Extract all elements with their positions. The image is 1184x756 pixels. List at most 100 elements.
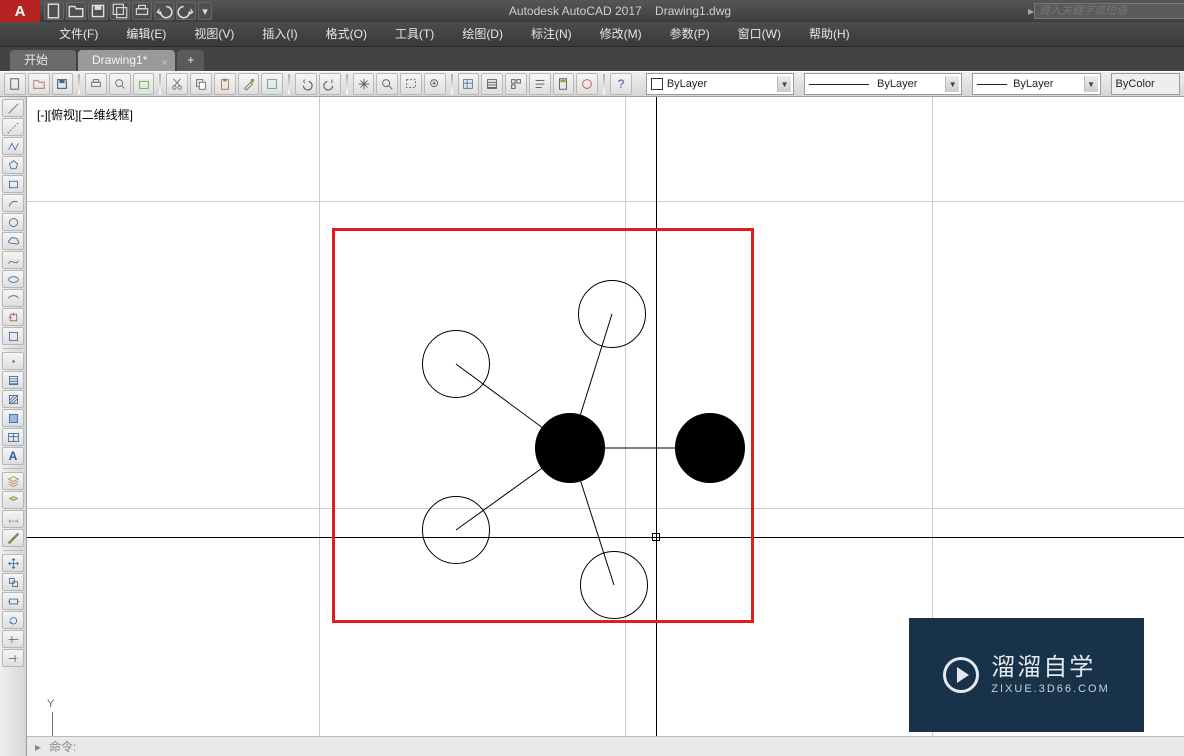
point-tool[interactable] <box>2 352 24 370</box>
polygon-tool[interactable] <box>2 156 24 174</box>
menu-draw[interactable]: 绘图(D) <box>448 22 517 47</box>
hatch-tool[interactable] <box>2 371 24 389</box>
tb-match-icon[interactable] <box>238 73 260 95</box>
rotate-tool[interactable] <box>2 611 24 629</box>
menu-tools[interactable]: 工具(T) <box>381 22 448 47</box>
qat-new-icon[interactable] <box>44 2 64 20</box>
qat-save-icon[interactable] <box>88 2 108 20</box>
layeriso-tool[interactable] <box>2 491 24 509</box>
tb-publish-icon[interactable] <box>133 73 155 95</box>
tb-dc-icon[interactable] <box>529 73 551 95</box>
lineweight-select[interactable]: ByLayer ▼ <box>972 73 1101 95</box>
layer-color-select[interactable]: ByLayer ▼ <box>646 73 794 95</box>
tb-sheet-icon[interactable] <box>481 73 503 95</box>
draw-toolbar: A <box>0 97 27 756</box>
rectangle-tool[interactable] <box>2 175 24 193</box>
stretch-tool[interactable] <box>2 592 24 610</box>
menu-edit[interactable]: 编辑(E) <box>112 22 180 47</box>
command-line[interactable]: ▸ 命令: <box>27 736 1184 756</box>
tb-zoomwin-icon[interactable] <box>400 73 422 95</box>
window-title: Autodesk AutoCAD 2017 Drawing1.dwg <box>212 4 1028 18</box>
tb-copy-icon[interactable] <box>190 73 212 95</box>
tb-save-icon[interactable] <box>52 73 74 95</box>
cmd-chevron-icon[interactable]: ▸ <box>27 740 49 754</box>
move-tool[interactable] <box>2 554 24 572</box>
tb-pan-icon[interactable] <box>353 73 375 95</box>
pline-tool[interactable] <box>2 137 24 155</box>
tb-new-icon[interactable] <box>4 73 26 95</box>
region-tool[interactable] <box>2 409 24 427</box>
qat-redo-icon[interactable] <box>176 2 196 20</box>
menu-help[interactable]: 帮助(H) <box>795 22 864 47</box>
tb-redo-icon[interactable] <box>319 73 341 95</box>
menu-param[interactable]: 参数(P) <box>656 22 724 47</box>
tab-start[interactable]: 开始 <box>10 50 76 71</box>
gradient-tool[interactable] <box>2 390 24 408</box>
qat-dropdown-icon[interactable]: ▾ <box>198 2 212 20</box>
extend-tool[interactable] <box>2 649 24 667</box>
drawing-canvas[interactable]: [-][俯视][二维线框] .dline{display:none} <box>27 97 1184 756</box>
title-search: ▸ <box>1028 2 1178 20</box>
dim-tool[interactable] <box>2 510 24 528</box>
tb-block-icon[interactable] <box>261 73 283 95</box>
ellipsearc-tool[interactable] <box>2 289 24 307</box>
block-tool[interactable] <box>2 327 24 345</box>
qat-undo-icon[interactable] <box>154 2 174 20</box>
copy-tool[interactable] <box>2 573 24 591</box>
tb-zoom-icon[interactable] <box>376 73 398 95</box>
menu-view[interactable]: 视图(V) <box>180 22 248 47</box>
layer-color-label: ByLayer <box>667 78 707 90</box>
menu-modify[interactable]: 修改(M) <box>586 22 656 47</box>
app-logo[interactable]: A <box>0 0 40 22</box>
separator <box>346 74 348 94</box>
qat-print-icon[interactable] <box>132 2 152 20</box>
menu-file[interactable]: 文件(F) <box>45 22 112 47</box>
tb-preview-icon[interactable] <box>109 73 131 95</box>
tab-close-icon[interactable]: × <box>162 53 168 74</box>
tb-paste-icon[interactable] <box>214 73 236 95</box>
drawing-circle <box>580 551 648 619</box>
tb-help-icon[interactable]: ? <box>610 73 632 95</box>
plotstyle-select[interactable]: ByColor <box>1111 73 1180 95</box>
tb-cut-icon[interactable] <box>166 73 188 95</box>
ellipse-tool[interactable] <box>2 270 24 288</box>
layer-tool[interactable] <box>2 472 24 490</box>
trim-tool[interactable] <box>2 630 24 648</box>
tb-mark-icon[interactable] <box>576 73 598 95</box>
menu-dimension[interactable]: 标注(N) <box>517 22 586 47</box>
tb-tool-icon[interactable] <box>505 73 527 95</box>
tb-undo-icon[interactable] <box>295 73 317 95</box>
insert-tool[interactable] <box>2 308 24 326</box>
qat-saveas-icon[interactable] <box>110 2 130 20</box>
tab-new[interactable]: + <box>177 50 204 71</box>
cmd-prompt: 命令: <box>49 738 76 755</box>
menu-format[interactable]: 格式(O) <box>312 22 381 47</box>
tab-drawing[interactable]: Drawing1*× <box>78 50 175 71</box>
xline-tool[interactable] <box>2 118 24 136</box>
tb-open-icon[interactable] <box>28 73 50 95</box>
measure-tool[interactable] <box>2 529 24 547</box>
quick-access-toolbar: ▾ <box>44 2 212 20</box>
separator <box>451 74 453 94</box>
table-tool[interactable] <box>2 428 24 446</box>
arc-tool[interactable] <box>2 194 24 212</box>
tb-print-icon[interactable] <box>85 73 107 95</box>
search-input[interactable] <box>1034 3 1184 19</box>
line-tool[interactable] <box>2 99 24 117</box>
circle-tool[interactable] <box>2 213 24 231</box>
menu-window[interactable]: 窗口(W) <box>724 22 795 47</box>
menu-insert[interactable]: 插入(I) <box>248 22 311 47</box>
mtext-tool[interactable]: A <box>2 447 24 465</box>
viewport-label[interactable]: [-][俯视][二维线框] <box>35 105 135 124</box>
lineweight-label: ByLayer <box>1013 78 1053 90</box>
qat-open-icon[interactable] <box>66 2 86 20</box>
linetype-select[interactable]: ByLayer ▼ <box>804 73 962 95</box>
tb-prop-icon[interactable] <box>458 73 480 95</box>
drawing-circle <box>422 496 490 564</box>
tb-zoomprev-icon[interactable] <box>424 73 446 95</box>
spline-tool[interactable] <box>2 251 24 269</box>
cmd-input[interactable] <box>80 740 1184 754</box>
tb-calc-icon[interactable] <box>553 73 575 95</box>
app-name: Autodesk AutoCAD 2017 <box>509 4 642 18</box>
revcloud-tool[interactable] <box>2 232 24 250</box>
